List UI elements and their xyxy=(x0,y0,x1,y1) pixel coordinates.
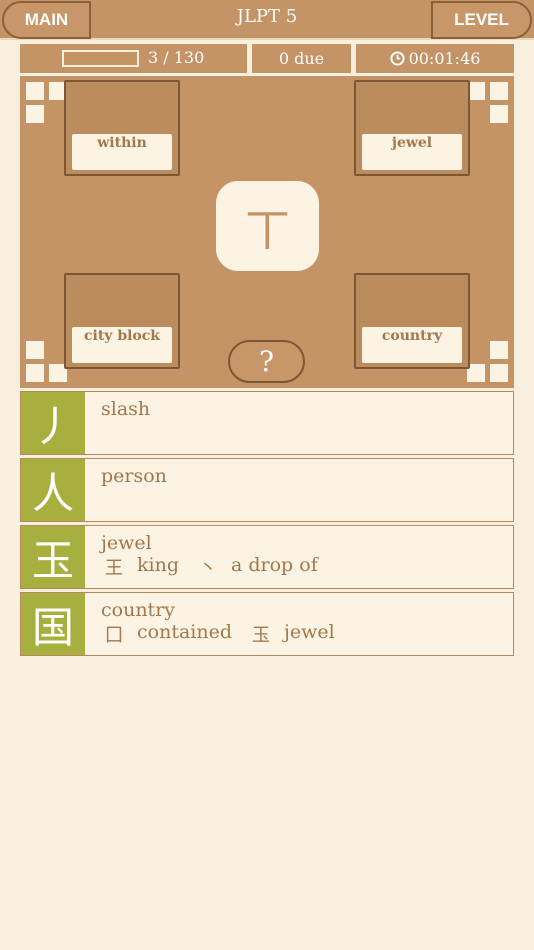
answer-card-label: country xyxy=(362,327,462,363)
component-meaning: jewel xyxy=(284,621,335,643)
kanji-meaning: person xyxy=(101,465,167,487)
corner-square xyxy=(490,364,508,382)
component: 王 king xyxy=(105,554,179,580)
progress-text: 3 / 130 xyxy=(148,48,205,67)
answer-card-top-right[interactable]: jewel xyxy=(354,80,470,176)
progress-panel: 3 / 130 xyxy=(20,44,247,73)
due-count: 0 due xyxy=(278,49,325,68)
component-kanji: 囗 xyxy=(105,625,123,646)
timer-panel: 00:01:46 xyxy=(356,44,514,73)
component: 丶 a drop of xyxy=(199,554,318,580)
corner-square xyxy=(26,341,44,359)
question-kanji-tile: 丅 xyxy=(216,181,319,271)
kanji-glyph: 人 xyxy=(21,459,85,521)
quiz-board: within jewel city block country 丅 ? xyxy=(20,76,514,388)
answer-card-label: within xyxy=(72,134,172,170)
list-item[interactable]: 丿 slash xyxy=(20,391,514,455)
timer-text: 00:01:46 xyxy=(408,49,481,68)
component-kanji: 王 xyxy=(105,558,123,579)
kanji-meaning: jewel xyxy=(101,532,152,554)
clock-icon xyxy=(390,51,405,66)
kanji-components: 囗 contained 玉 jewel xyxy=(105,621,355,647)
kanji-meaning: slash xyxy=(101,398,151,420)
component-meaning: king xyxy=(137,554,179,576)
component-meaning: contained xyxy=(137,621,232,643)
answer-card-top-left[interactable]: within xyxy=(64,80,180,176)
corner-square xyxy=(490,341,508,359)
component: 囗 contained xyxy=(105,621,232,647)
corner-square xyxy=(26,364,44,382)
component: 玉 jewel xyxy=(252,621,335,647)
component-kanji: 玉 xyxy=(252,625,270,646)
progress-bar xyxy=(62,50,139,67)
corner-square xyxy=(490,105,508,123)
kanji-components: 王 king 丶 a drop of xyxy=(105,554,338,580)
list-item[interactable]: 人 person xyxy=(20,458,514,522)
kanji-meaning: country xyxy=(101,599,176,621)
list-item[interactable]: 国 country 囗 contained 玉 jewel xyxy=(20,592,514,656)
kanji-glyph: 玉 xyxy=(21,526,85,588)
kanji-glyph: 国 xyxy=(21,593,85,655)
corner-square xyxy=(26,82,44,100)
level-button[interactable]: LEVEL xyxy=(431,1,532,39)
hint-button[interactable]: ? xyxy=(228,340,305,383)
answer-card-label: city block xyxy=(72,327,172,363)
header-bar: MAIN JLPT 5 LEVEL xyxy=(0,0,534,40)
answer-card-bottom-left[interactable]: city block xyxy=(64,273,180,369)
kanji-glyph: 丿 xyxy=(21,392,85,454)
component-kanji: 丶 xyxy=(199,558,217,579)
answer-card-bottom-right[interactable]: country xyxy=(354,273,470,369)
list-item[interactable]: 玉 jewel 王 king 丶 a drop of xyxy=(20,525,514,589)
answer-card-label: jewel xyxy=(362,134,462,170)
corner-square xyxy=(26,105,44,123)
component-meaning: a drop of xyxy=(231,554,318,576)
due-panel: 0 due xyxy=(252,44,351,73)
corner-square xyxy=(490,82,508,100)
